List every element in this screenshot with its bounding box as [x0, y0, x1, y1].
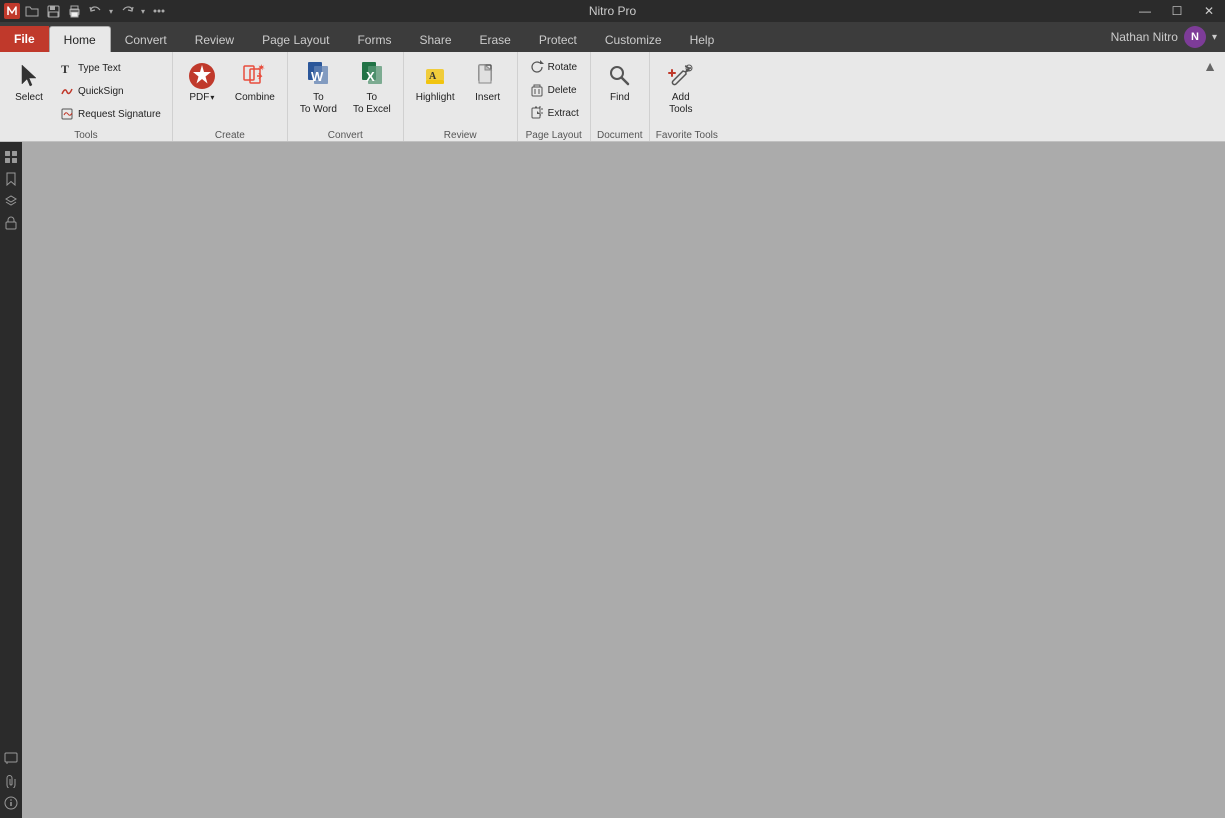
ribbon-group-tools: Select T Type Text QuickSign — [0, 52, 173, 141]
ribbon-group-convert: W To To Word X — [288, 52, 404, 141]
sidebar-layers-icon[interactable] — [2, 192, 20, 210]
close-button[interactable]: ✕ — [1193, 0, 1225, 22]
pdf-button[interactable]: PDF ▾ — [179, 56, 225, 107]
ribbon-collapse-button[interactable]: ▲ — [1199, 56, 1221, 76]
ribbon-group-favorite-tools: Add Tools Favorite Tools — [650, 52, 724, 141]
app-title: Nitro Pro — [589, 4, 636, 18]
page-layout-group-label: Page Layout — [524, 130, 584, 141]
svg-text:W: W — [311, 69, 324, 84]
find-icon — [604, 60, 636, 92]
ribbon: Select T Type Text QuickSign — [0, 52, 1225, 142]
quick-access-print-icon[interactable] — [65, 2, 83, 20]
select-button[interactable]: Select — [6, 56, 52, 107]
convert-group-label: Convert — [294, 130, 397, 141]
to-word-icon: W — [302, 60, 334, 92]
highlight-icon: A — [419, 60, 451, 92]
ribbon-group-create: PDF ▾ Combine — [173, 52, 288, 141]
quick-access-redo-dropdown-icon[interactable]: ▾ — [139, 2, 147, 20]
minimize-button[interactable]: — — [1129, 0, 1161, 22]
select-icon — [13, 60, 45, 92]
add-tools-button[interactable]: Add Tools — [656, 56, 706, 120]
tab-protect[interactable]: Protect — [525, 28, 591, 52]
combine-button[interactable]: Combine — [229, 56, 281, 107]
tab-file[interactable]: File — [0, 26, 49, 52]
insert-button[interactable]: Insert — [465, 56, 511, 107]
sidebar-lock-icon[interactable] — [2, 214, 20, 232]
tab-convert[interactable]: Convert — [111, 28, 181, 52]
create-group-label: Create — [179, 130, 281, 141]
tab-home[interactable]: Home — [49, 26, 111, 52]
ribbon-group-document: Find Document — [591, 52, 650, 141]
svg-text:T: T — [61, 62, 69, 75]
nitro-logo-icon[interactable] — [4, 3, 20, 19]
pdf-dropdown-arrow[interactable]: ▾ — [210, 93, 214, 102]
sidebar-thumbnail-icon[interactable] — [2, 148, 20, 166]
tab-customize[interactable]: Customize — [591, 28, 676, 52]
type-text-button[interactable]: T Type Text — [54, 57, 166, 79]
quick-access-open-icon[interactable] — [23, 2, 41, 20]
tab-help[interactable]: Help — [676, 28, 729, 52]
extract-button[interactable]: Extract — [524, 102, 584, 124]
quick-access-custom-icon[interactable] — [150, 2, 168, 20]
quicksign-button[interactable]: QuickSign — [54, 80, 166, 102]
ribbon-group-page-layout: Rotate Delete — [518, 52, 591, 141]
tab-forms[interactable]: Forms — [343, 28, 405, 52]
svg-text:X: X — [366, 69, 375, 84]
highlight-button[interactable]: A Highlight — [410, 56, 461, 107]
pdf-icon — [186, 60, 218, 92]
sidebar-bottom-icons — [2, 750, 20, 818]
quick-access-undo-icon[interactable] — [86, 2, 104, 20]
tab-bar: File Home Convert Review Page Layout For… — [0, 22, 1225, 52]
type-text-icon: T — [59, 60, 75, 76]
document-group-label: Document — [597, 130, 643, 141]
to-excel-icon: X — [356, 60, 388, 92]
sidebar-info-icon[interactable] — [2, 794, 20, 812]
add-tools-icon — [665, 60, 697, 92]
user-dropdown-icon[interactable]: ▾ — [1212, 32, 1217, 43]
pdf-button-container: PDF ▾ — [179, 56, 225, 107]
tab-review[interactable]: Review — [181, 28, 248, 52]
main-canvas — [22, 142, 1225, 818]
insert-icon — [472, 60, 504, 92]
user-avatar[interactable]: N — [1184, 26, 1206, 48]
sidebar-comment-icon[interactable] — [2, 750, 20, 768]
request-signature-icon — [59, 106, 75, 122]
user-area: Nathan Nitro N ▾ — [1111, 26, 1225, 52]
window-controls: — ☐ ✕ — [1129, 0, 1225, 22]
to-excel-button[interactable]: X To To Excel — [347, 56, 397, 120]
extract-icon — [529, 105, 545, 121]
user-name: Nathan Nitro — [1111, 30, 1178, 44]
favorite-tools-group-label: Favorite Tools — [656, 130, 718, 141]
sidebar-bookmark-icon[interactable] — [2, 170, 20, 188]
review-group-label: Review — [410, 130, 511, 141]
quick-access-undo-dropdown-icon[interactable]: ▾ — [107, 2, 115, 20]
delete-button[interactable]: Delete — [524, 79, 584, 101]
tab-erase[interactable]: Erase — [466, 28, 525, 52]
find-button[interactable]: Find — [597, 56, 643, 107]
rotate-button[interactable]: Rotate — [524, 56, 584, 78]
title-bar: ▾ ▾ Nitro Pro — ☐ ✕ — [0, 0, 1225, 22]
quick-access-save-icon[interactable] — [44, 2, 62, 20]
sidebar-attachment-icon[interactable] — [2, 772, 20, 790]
tools-group-label: Tools — [6, 130, 166, 141]
tab-page-layout[interactable]: Page Layout — [248, 28, 343, 52]
combine-icon — [239, 60, 271, 92]
tab-share[interactable]: Share — [405, 28, 465, 52]
quick-access-redo-icon[interactable] — [118, 2, 136, 20]
left-sidebar — [0, 142, 22, 818]
rotate-icon — [529, 59, 545, 75]
maximize-button[interactable]: ☐ — [1161, 0, 1193, 22]
request-signature-button[interactable]: Request Signature — [54, 103, 166, 125]
delete-icon — [529, 82, 545, 98]
ribbon-group-review: A Highlight Insert Rev — [404, 52, 518, 141]
quicksign-icon — [59, 83, 75, 99]
to-word-button[interactable]: W To To Word — [294, 56, 343, 120]
